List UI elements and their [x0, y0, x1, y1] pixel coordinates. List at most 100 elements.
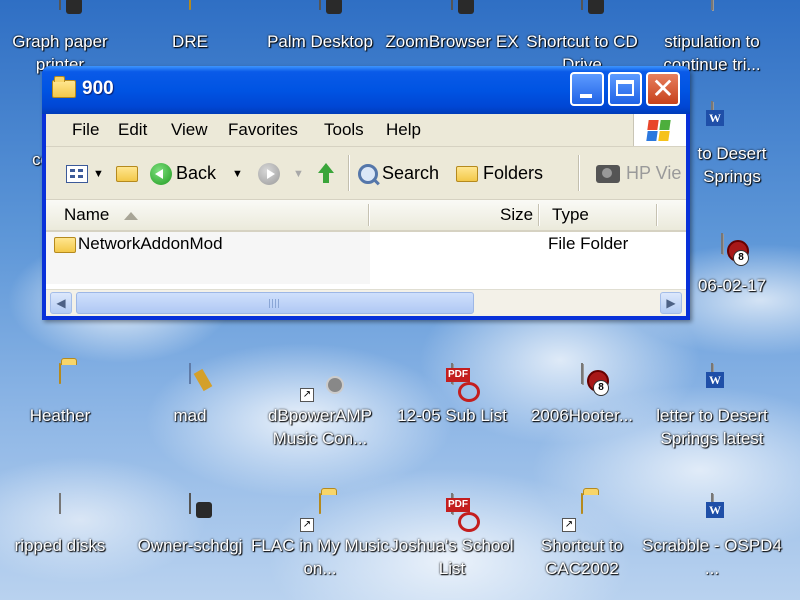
desktop-icon-cac2002[interactable]: ↗ Shortcut to CAC2002 [512, 492, 652, 580]
horizontal-scrollbar[interactable]: ◀ ▶ [46, 289, 686, 316]
desktop-icon-flac[interactable]: ↗ FLAC in My Music on... [250, 492, 390, 580]
shortcut-arrow-icon: ↗ [300, 518, 314, 532]
close-button[interactable]: ✕ [646, 72, 680, 106]
toolbar: ▼ Back ▼ ▼ Search Folders HP Vie [46, 147, 686, 200]
desktop-icon-owner[interactable]: Owner-schdgj [120, 492, 260, 557]
window-client-area: File Edit View Favorites Tools Help ▼ Ba [46, 114, 686, 316]
toolbar-separator [348, 155, 349, 191]
desktop-icon-scrabble[interactable]: W Scrabble - OSPD4 ... [642, 492, 782, 580]
column-type[interactable]: Type [552, 205, 589, 225]
scroll-thumb[interactable] [76, 292, 474, 314]
desktop-icon-hooter[interactable]: 8 2006Hooter... [512, 362, 652, 427]
chevron-down-icon: ▼ [232, 168, 243, 181]
desktop-icon-dre[interactable]: DRE [120, 0, 260, 53]
views-button[interactable]: ▼ [66, 157, 104, 189]
exe-icon [42, 0, 78, 26]
column-header: Name Size Type [46, 200, 686, 232]
word-doc-icon: W [694, 100, 730, 138]
camera-icon [596, 165, 620, 184]
explorer-window[interactable]: 900 ✕ File Edit View Favorites Tools Hel… [42, 66, 690, 320]
menu-help[interactable]: Help [386, 120, 421, 140]
window-title: 900 [82, 78, 114, 99]
desktop-icon-letter-desert[interactable]: W letter to Desert Springs latest [642, 362, 782, 450]
maximize-button[interactable] [608, 72, 642, 106]
back-button[interactable]: Back [150, 157, 216, 189]
desktop-icon-dbpoweramp[interactable]: ↗ dBpowerAMP Music Con... [250, 362, 390, 450]
hp-view-button[interactable]: HP Vie [596, 157, 681, 189]
menu-favorites[interactable]: Favorites [228, 120, 298, 140]
menu-edit[interactable]: Edit [118, 120, 147, 140]
minimize-icon [580, 94, 592, 98]
toolbar-separator [578, 155, 579, 191]
file-list[interactable]: Name Size Type NetworkAddonMod File Fold… [46, 200, 686, 316]
notepad-icon [42, 492, 78, 530]
up-arrow-icon [316, 163, 336, 185]
chevron-down-icon: ▼ [293, 168, 304, 181]
grip-icon [269, 299, 279, 308]
folder-icon [52, 76, 76, 98]
windows-logo-icon [633, 114, 686, 146]
desktop-icon-ripped-disks[interactable]: ripped disks [0, 492, 130, 557]
exe-icon [302, 0, 338, 26]
folder-icon [172, 0, 208, 26]
desktop-icon-shortcut-cd[interactable]: Shortcut to CD Drive [512, 0, 652, 76]
red-ball-icon: 8 [704, 232, 749, 270]
folder-icon: ↗ [300, 492, 338, 532]
exe-icon [172, 492, 208, 530]
column-name[interactable]: Name [64, 205, 109, 225]
column-size[interactable]: Size [500, 205, 533, 225]
folder-options-button[interactable] [116, 157, 143, 189]
folders-button[interactable]: Folders [456, 157, 543, 189]
forward-button[interactable]: ▼ [258, 157, 304, 189]
back-arrow-icon [150, 163, 172, 186]
mad-icon [172, 362, 208, 400]
desktop-icon-stipulation[interactable]: stipulation to continue tri... [642, 0, 782, 76]
chevron-down-icon: ▼ [93, 168, 104, 181]
menu-tools[interactable]: Tools [324, 120, 364, 140]
column-divider[interactable] [368, 204, 369, 226]
forward-arrow-icon [258, 163, 280, 186]
sort-ascending-icon [124, 212, 138, 220]
scroll-left-button[interactable]: ◀ [50, 292, 72, 314]
desktop-icon-heather[interactable]: Heather [0, 362, 130, 427]
folder-icon [54, 236, 76, 253]
file-type: File Folder [548, 234, 629, 253]
menu-view[interactable]: View [171, 120, 208, 140]
back-dropdown[interactable]: ▼ [232, 157, 243, 189]
word-doc-icon: W [694, 362, 730, 400]
shortcut-arrow-icon: ↗ [300, 388, 314, 402]
close-icon: ✕ [651, 72, 675, 105]
search-icon [358, 164, 378, 185]
up-folder-button[interactable] [316, 157, 336, 189]
search-button[interactable]: Search [358, 157, 439, 189]
shortcut-icon [564, 0, 600, 26]
folder-icon [42, 362, 78, 400]
desktop-icon-graph-paper-printer[interactable]: Graph paper printer [0, 0, 130, 76]
desktop-icon-palm-desktop[interactable]: Palm Desktop [250, 0, 390, 53]
exe-icon [434, 0, 470, 26]
table-row[interactable]: NetworkAddonMod [54, 234, 223, 258]
folder-icon: ↗ [562, 492, 600, 532]
desktop-icon-zoombrowser[interactable]: ZoomBrowser EX [382, 0, 522, 53]
word-doc-icon [694, 0, 730, 26]
word-doc-icon: W [694, 492, 730, 530]
desktop-icon-sub-list[interactable]: PDF 12-05 Sub List [382, 362, 522, 427]
column-divider[interactable] [656, 204, 657, 226]
column-divider[interactable] [538, 204, 539, 226]
scroll-right-button[interactable]: ▶ [660, 292, 682, 314]
minimize-button[interactable] [570, 72, 604, 106]
title-bar[interactable]: 900 ✕ [42, 66, 690, 114]
desktop-icon-mad[interactable]: mad [120, 362, 260, 427]
shortcut-arrow-icon: ↗ [562, 518, 576, 532]
desktop-icon-joshua[interactable]: PDF Joshua's School List [382, 492, 522, 580]
red-ball-icon: 8 [564, 362, 609, 400]
folder-pencil-icon [116, 166, 138, 183]
speaker-icon: ↗ [300, 362, 338, 402]
file-name: NetworkAddonMod [78, 234, 223, 253]
pdf-icon: PDF [434, 492, 480, 532]
pdf-icon: PDF [434, 362, 480, 402]
menu-bar: File Edit View Favorites Tools Help [46, 114, 686, 147]
folder-icon [456, 166, 478, 183]
menu-file[interactable]: File [72, 120, 99, 140]
views-icon [66, 165, 88, 184]
